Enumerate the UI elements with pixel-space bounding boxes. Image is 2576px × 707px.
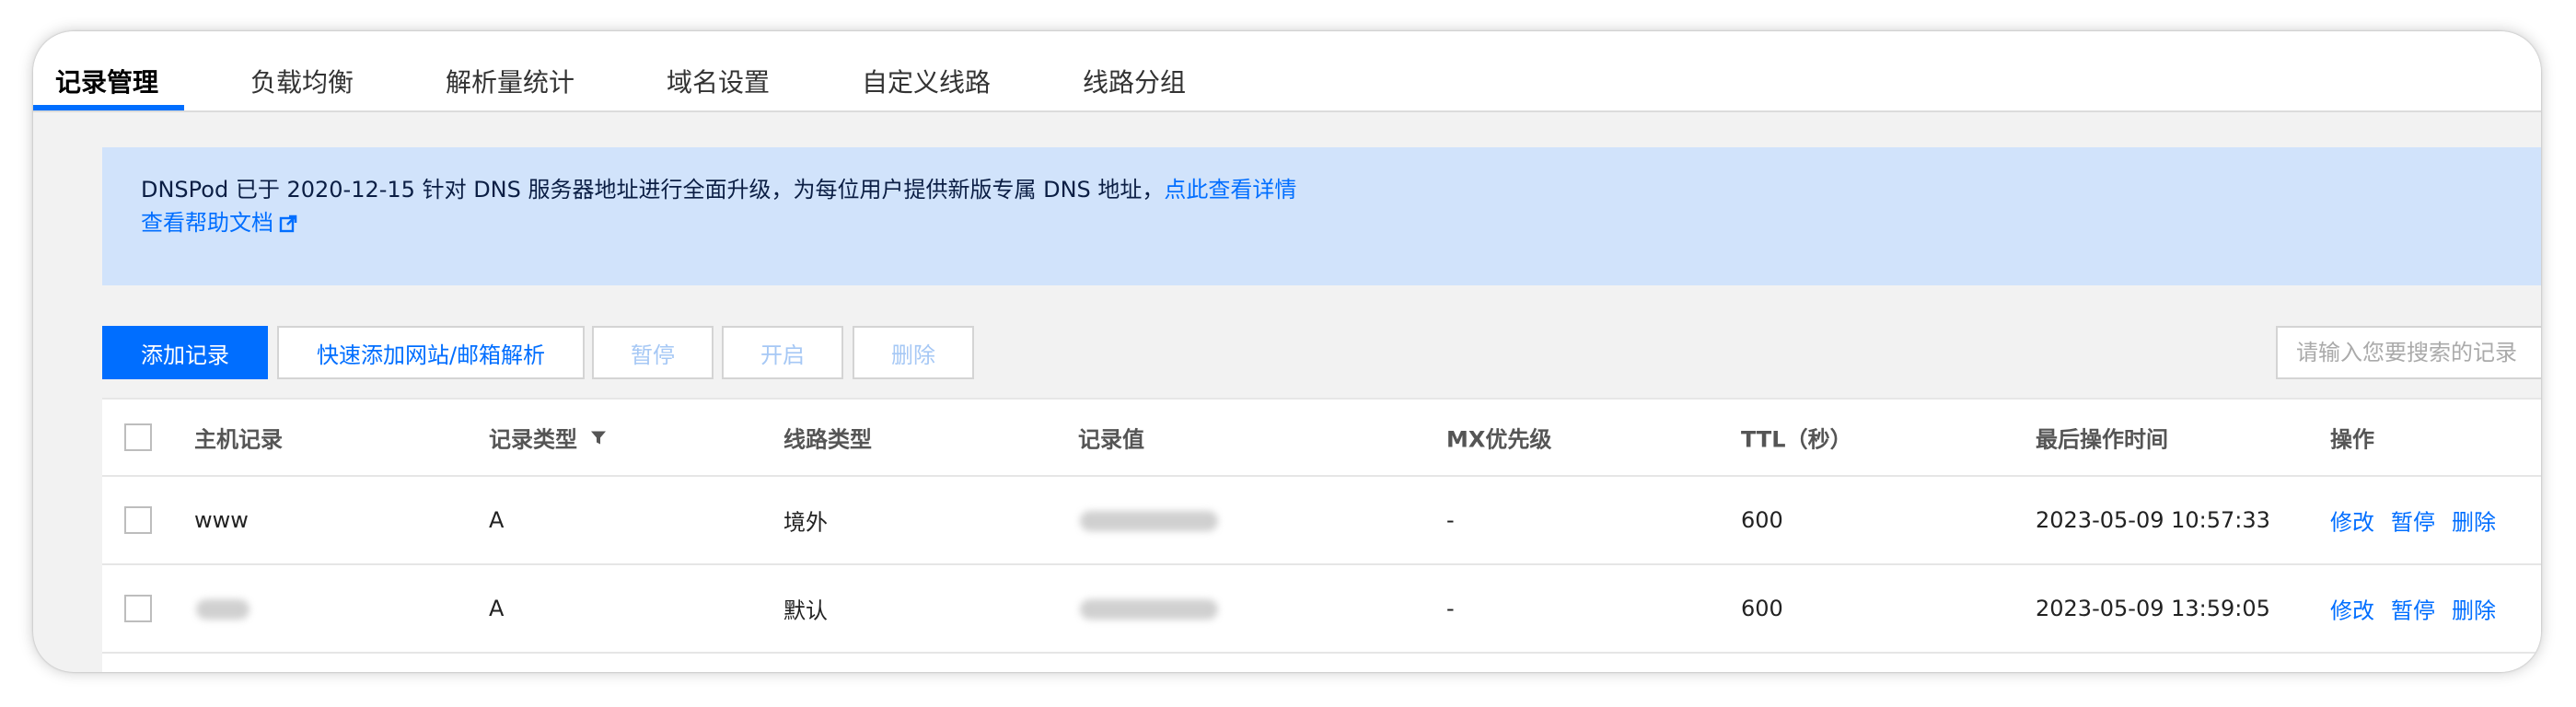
search-input[interactable]	[2276, 326, 2541, 379]
type-cell: A	[489, 507, 505, 533]
notice-banner: DNSPod 已于 2020-12-15 针对 DNS 服务器地址进行全面升级，…	[102, 147, 2541, 285]
header-ttl: TTL（秒）	[1741, 426, 1852, 453]
table-row-partial	[102, 654, 2541, 672]
table-header: 主机记录 记录类型 线路类型 记录值 MX优先级 TTL（秒） 最后操作时间 操…	[102, 400, 2541, 477]
line-cell: 默认	[783, 597, 828, 624]
header-mx: MX优先级	[1446, 426, 1552, 453]
notice-text-line: DNSPod 已于 2020-12-15 针对 DNS 服务器地址进行全面升级，…	[141, 171, 1296, 203]
edit-link[interactable]: 修改	[2330, 510, 2374, 536]
header-actions: 操作	[2330, 426, 2374, 453]
help-doc-link[interactable]: 查看帮助文档	[141, 204, 297, 238]
header-host: 主机记录	[194, 426, 283, 453]
filter-icon[interactable]	[590, 426, 607, 452]
pause-link[interactable]: 暂停	[2391, 510, 2435, 536]
enable-button[interactable]: 开启	[722, 326, 843, 379]
tab-custom-lines[interactable]: 自定义线路	[862, 63, 991, 99]
time-cell: 2023-05-09 13:59:05	[2036, 596, 2270, 621]
actions-cell: 修改 暂停 删除	[2330, 504, 2512, 537]
tab-resolution-stats[interactable]: 解析量统计	[446, 63, 574, 99]
tab-record-management[interactable]: 记录管理	[55, 63, 158, 99]
records-table: 主机记录 记录类型 线路类型 记录值 MX优先级 TTL（秒） 最后操作时间 操…	[102, 398, 2541, 672]
actions-cell: 修改 暂停 删除	[2330, 593, 2512, 625]
delete-button[interactable]: 删除	[853, 326, 974, 379]
header-type: 记录类型	[489, 422, 607, 454]
edit-link[interactable]: 修改	[2330, 598, 2374, 624]
notice-details-link[interactable]: 点此查看详情	[1164, 177, 1296, 203]
active-tab-indicator	[33, 105, 184, 110]
line-cell: 境外	[783, 509, 828, 536]
add-record-button[interactable]: 添加记录	[102, 326, 268, 379]
ttl-cell: 600	[1741, 507, 1783, 533]
mx-cell: -	[1446, 596, 1455, 621]
notice-text: DNSPod 已于 2020-12-15 针对 DNS 服务器地址进行全面升级，…	[141, 177, 1165, 203]
mx-cell: -	[1446, 507, 1455, 533]
pause-button[interactable]: 暂停	[592, 326, 714, 379]
app-window: 记录管理 负载均衡 解析量统计 域名设置 自定义线路 线路分组 DNSPod 已…	[33, 31, 2541, 672]
value-cell-redacted	[1080, 596, 1218, 621]
ttl-cell: 600	[1741, 596, 1783, 621]
help-doc-label: 查看帮助文档	[141, 210, 273, 236]
delete-link[interactable]: 删除	[2452, 510, 2496, 536]
host-cell-redacted	[196, 596, 249, 621]
header-time: 最后操作时间	[2036, 426, 2168, 453]
header-line: 线路类型	[783, 426, 872, 453]
table-row: www A 境外 - 600 2023-05-09 10:57:33 修改 暂停删…	[102, 477, 2541, 565]
table-row: A 默认 - 600 2023-05-09 13:59:05 修改 暂停 删除	[102, 565, 2541, 654]
value-cell-redacted	[1080, 507, 1218, 533]
host-cell: www	[194, 507, 249, 533]
row-checkbox[interactable]	[124, 506, 152, 534]
time-cell: 2023-05-09 10:57:33	[2036, 507, 2270, 533]
quick-add-button[interactable]: 快速添加网站/邮箱解析	[277, 326, 585, 379]
tab-load-balancing[interactable]: 负载均衡	[250, 63, 354, 99]
external-link-icon	[279, 213, 297, 238]
header-type-label: 记录类型	[489, 426, 577, 453]
tab-bar: 记录管理 负载均衡 解析量统计 域名设置 自定义线路 线路分组	[33, 31, 2541, 112]
tab-domain-settings[interactable]: 域名设置	[667, 63, 770, 99]
type-cell: A	[489, 596, 505, 621]
pause-link[interactable]: 暂停	[2391, 598, 2435, 624]
select-all-checkbox[interactable]	[124, 423, 152, 451]
delete-link[interactable]: 删除	[2452, 598, 2496, 624]
row-checkbox[interactable]	[124, 595, 152, 622]
tab-line-groups[interactable]: 线路分组	[1083, 63, 1186, 99]
header-value: 记录值	[1078, 426, 1144, 453]
